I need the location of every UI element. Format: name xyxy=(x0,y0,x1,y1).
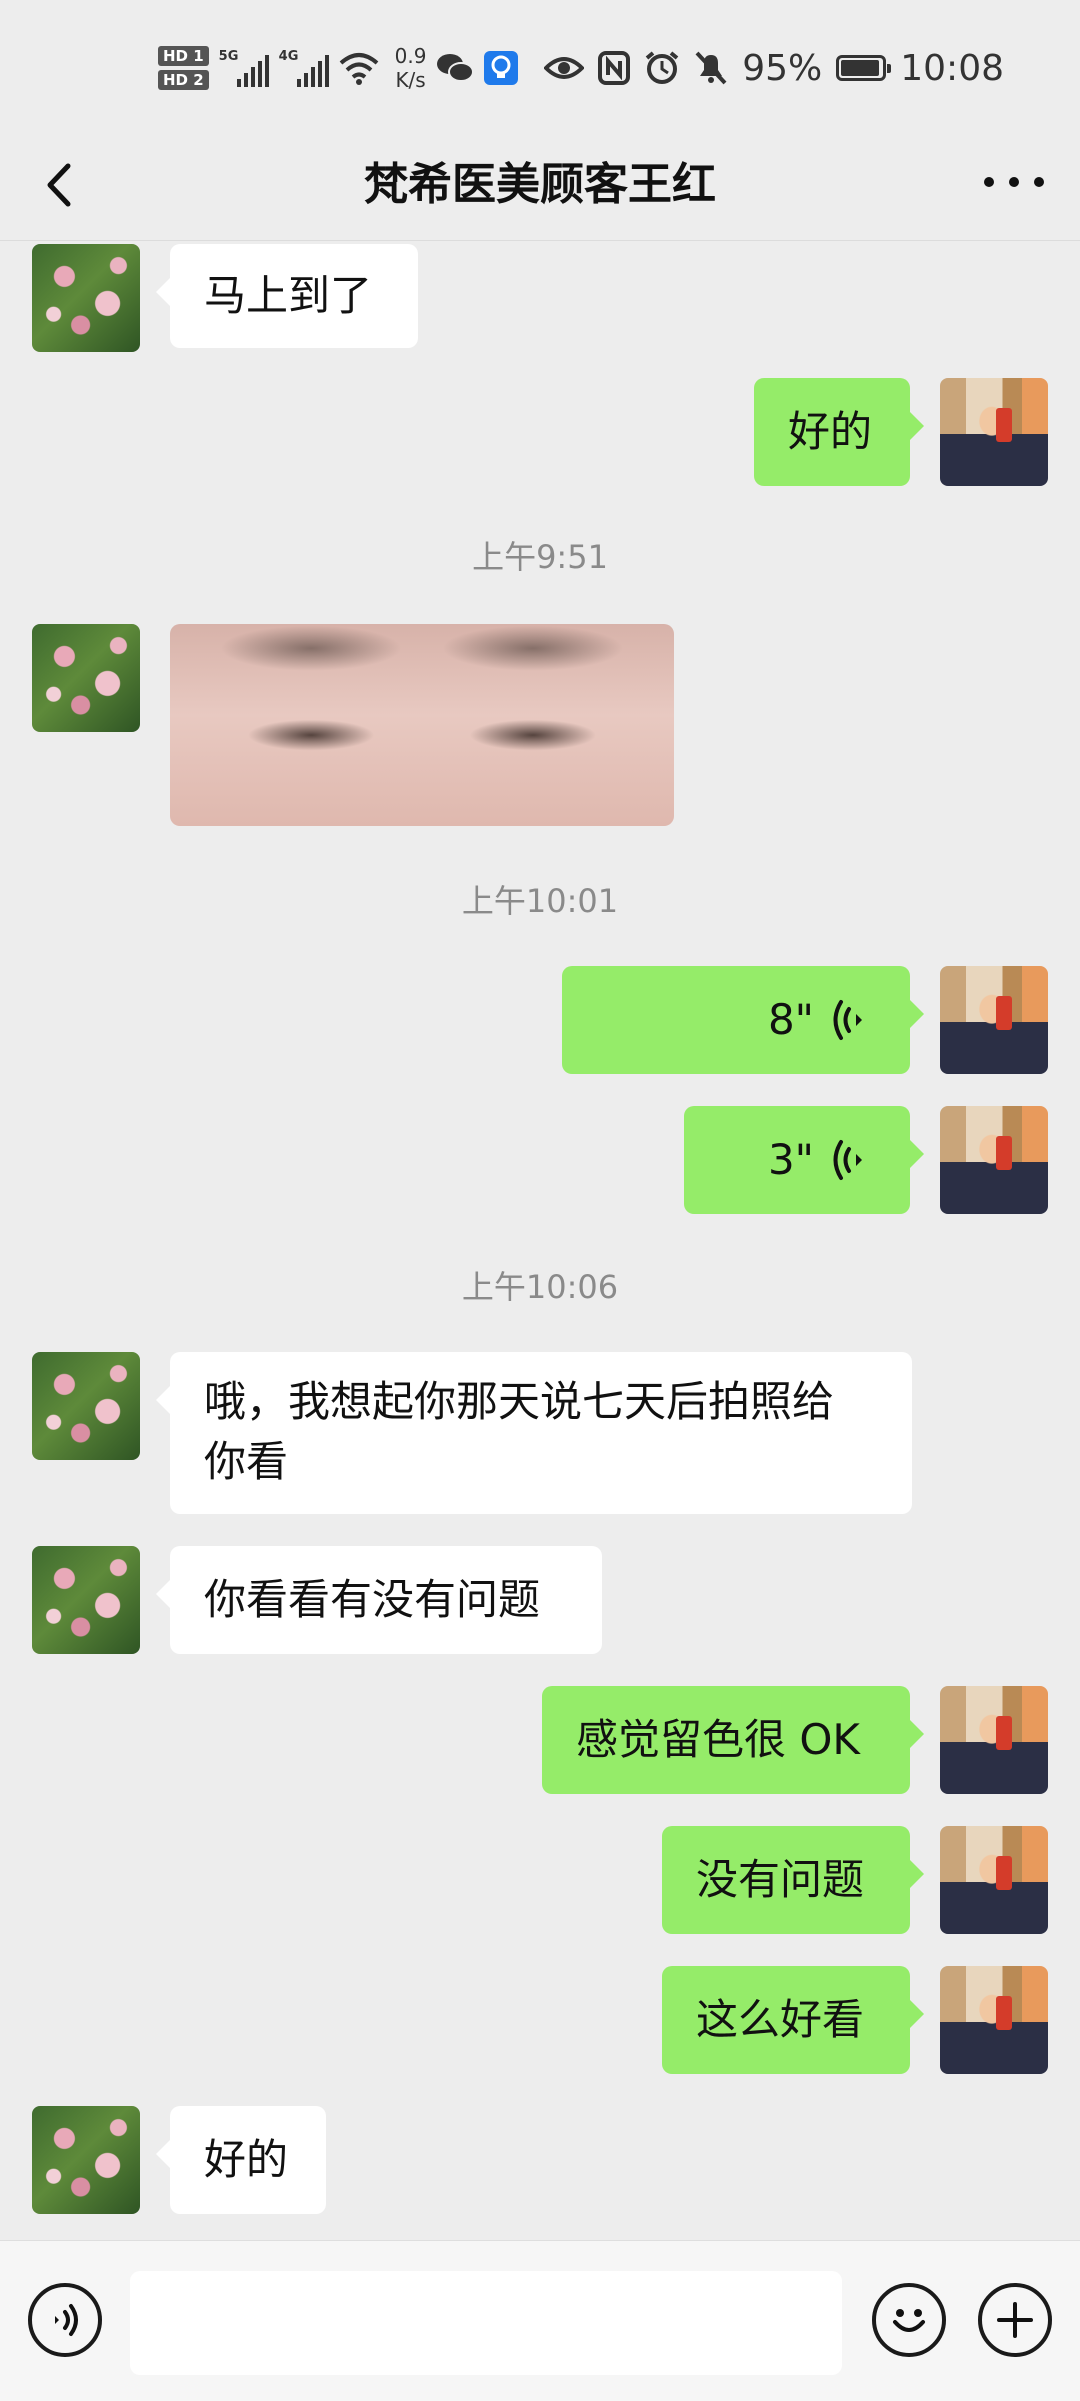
message-bubble[interactable]: 哦，我想起你那天说七天后拍照给 你看 xyxy=(156,1352,912,1514)
signal-4g-icon: 4G xyxy=(279,49,329,87)
voice-duration: 3" xyxy=(767,1135,814,1184)
emoji-icon[interactable] xyxy=(872,2283,946,2357)
voice-duration: 8" xyxy=(767,995,814,1044)
mute-icon xyxy=(695,51,727,85)
eye-icon xyxy=(544,57,585,79)
avatar[interactable] xyxy=(32,624,140,732)
message-bubble[interactable]: 马上到了 xyxy=(156,244,418,348)
signal-5g-icon: 5G xyxy=(219,49,269,87)
avatar[interactable] xyxy=(32,1352,140,1460)
image-message[interactable] xyxy=(170,624,674,826)
speed-unit: K/s xyxy=(395,68,426,92)
battery-icon xyxy=(836,55,892,81)
avatar[interactable] xyxy=(32,1546,140,1654)
message-timestamp: 上午9:51 xyxy=(472,538,608,576)
avatar[interactable] xyxy=(940,1966,1048,2074)
network-speed: 0.9 K/s xyxy=(395,44,427,92)
message-timestamp: 上午10:06 xyxy=(461,1268,619,1306)
input-bar xyxy=(0,2240,1080,2401)
message-bubble[interactable]: 感觉留色很 OK xyxy=(542,1686,924,1794)
message-bubble[interactable]: 这么好看 xyxy=(662,1966,924,2074)
message-line: 哦，我想起你那天说七天后拍照给 xyxy=(204,1377,835,1426)
alarm-icon xyxy=(645,51,679,84)
battery-level-fill xyxy=(841,60,880,76)
speed-value: 0.9 xyxy=(394,44,427,68)
signal-4g-label: 4G xyxy=(278,49,299,64)
voice-message[interactable]: 8" xyxy=(562,966,924,1074)
voice-wave-icon xyxy=(833,1000,862,1040)
plus-icon[interactable] xyxy=(978,2283,1052,2357)
message-line: 你看 xyxy=(204,1437,289,1486)
voice-wave-icon xyxy=(833,1140,862,1180)
voice-message[interactable]: 3" xyxy=(684,1106,924,1214)
page-title: 梵希医美顾客王红 xyxy=(364,159,716,210)
status-right-group: 95% 10:08 xyxy=(544,44,1004,92)
status-left-group: HD 1 HD 2 5G 4G 0.9 K/s xyxy=(158,38,519,98)
message-input[interactable] xyxy=(130,2271,842,2375)
chat-header: 梵希医美顾客王红 xyxy=(0,130,1080,241)
signal-5g-label: 5G xyxy=(218,49,239,64)
message-bubble[interactable]: 好的 xyxy=(156,2106,326,2214)
avatar[interactable] xyxy=(940,378,1048,486)
battery-percent: 95% xyxy=(742,47,823,89)
avatar[interactable] xyxy=(940,1826,1048,1934)
bulb-icon xyxy=(484,51,519,85)
hd2-badge: HD 2 xyxy=(158,70,209,90)
status-bar: HD 1 HD 2 5G 4G 0.9 K/s 95% 10:08 xyxy=(0,0,1080,130)
avatar[interactable] xyxy=(32,2106,140,2214)
message-bubble[interactable]: 好的 xyxy=(754,378,924,486)
hd1-badge: HD 1 xyxy=(158,46,209,66)
avatar[interactable] xyxy=(940,1686,1048,1794)
nfc-icon xyxy=(598,51,631,85)
message-bubble[interactable]: 你看看有没有问题 xyxy=(156,1546,602,1654)
avatar[interactable] xyxy=(940,966,1048,1074)
avatar[interactable] xyxy=(32,244,140,352)
message-bubble[interactable]: 没有问题 xyxy=(662,1826,924,1934)
clock-time: 10:08 xyxy=(900,47,1004,89)
message-timestamp: 上午10:01 xyxy=(461,882,619,920)
hd-badges: HD 1 HD 2 xyxy=(158,46,209,90)
voice-mode-icon[interactable] xyxy=(28,2283,102,2357)
more-dots-icon[interactable] xyxy=(984,172,1044,192)
wechat-icon xyxy=(437,54,475,82)
message-list[interactable]: 马上到了 好的 上午9:51 上午10:01 8" 3" 上午10:06 哦，我… xyxy=(0,240,1080,2236)
wifi-icon xyxy=(339,53,378,85)
avatar[interactable] xyxy=(940,1106,1048,1214)
